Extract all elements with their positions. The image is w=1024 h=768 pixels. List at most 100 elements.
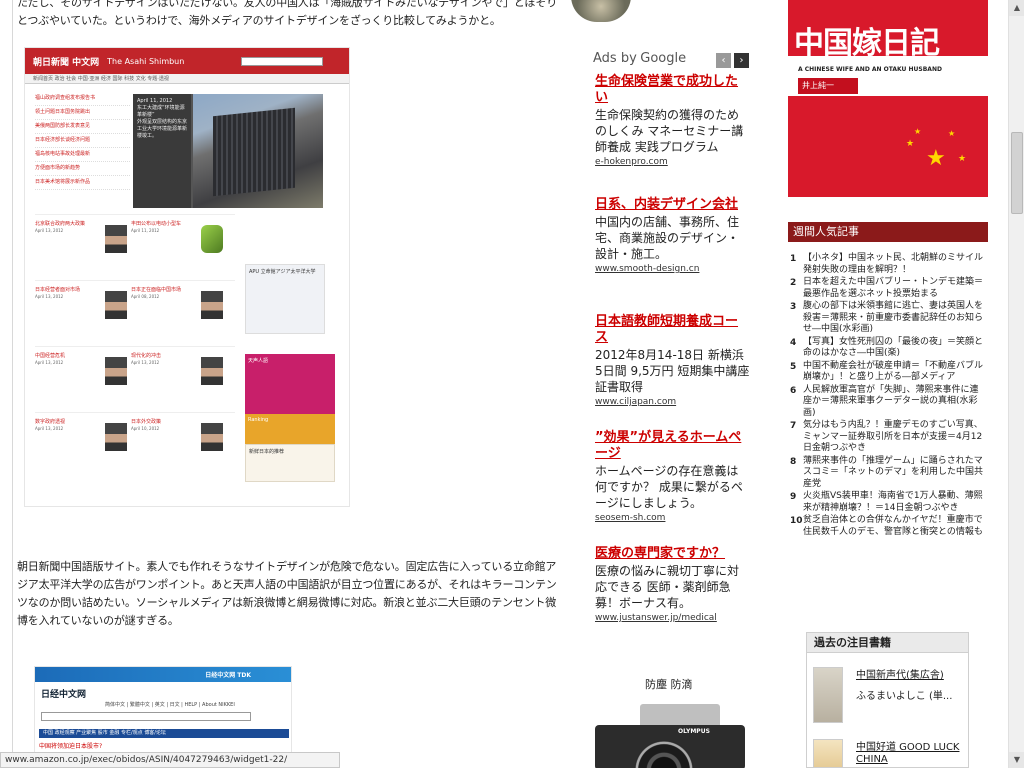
- ranking-label: Ranking: [248, 417, 269, 423]
- asahi-hero-title: 东工大建成“环境能源革新楼”: [137, 105, 185, 118]
- asahi-nav: 新闻首页 政治 社会 中国·亚洲 经济 国际 科技 文化 专题·透视: [25, 74, 349, 84]
- nikkei-category-bar: 中国 政经观察 产业聚焦 股市 金融 专栏/观点 博客/论坛: [39, 729, 289, 738]
- ranking-item: 2 日本を超えた中国バブリー・トンデモ建築＝最悪作品を選ぶネット投票始まる: [790, 277, 986, 300]
- portrait-photo: [105, 291, 127, 319]
- browser-status-bar: www.amazon.co.jp/exec/obidos/ASIN/404727…: [0, 752, 340, 768]
- asahi-news-cell: 丰田公布以电动小型车 April 11, 2012: [131, 215, 225, 273]
- ranking-item: 9 火炎瓶VS装甲車！海南省で1万人暴動、薄熙来が精神崩壊？！＝14日金朝つぶやき: [790, 491, 986, 514]
- nikkei-headline: 中国将领加迫日本股市?: [39, 743, 103, 750]
- asahi-hero-date: April 11, 2012: [137, 98, 173, 104]
- scrollbar-thumb[interactable]: [1011, 132, 1023, 214]
- asahi-list-item: 领土问题日本国务院跳出: [35, 106, 130, 120]
- ranking-link[interactable]: 気分はもう内乱？！重慶デモのすごい写真、ミャンマー証券取引所を日本が支援＝4月1…: [803, 420, 986, 455]
- ad-title-link[interactable]: 日本語教師短期養成コース: [595, 314, 750, 346]
- ranking-link[interactable]: 薄熙来事件の「推理ゲーム」に踊らされたマスコミ＝「ネットのデマ」を利用した中国共…: [803, 456, 986, 491]
- portrait-photo: [105, 357, 127, 385]
- asahi-description-paragraph: 朝日新聞中国語版サイト。素人でも作れそうなサイトデザインが危険で危ない。固定広告…: [17, 560, 557, 627]
- book-title-link[interactable]: 中国好道 GOOD LUCK CHINA: [856, 742, 961, 766]
- asahi-list-item: 福山政府调查组发布报告书: [35, 92, 130, 106]
- ad-title-link[interactable]: 日系、内装デザイン会社: [595, 197, 750, 213]
- ads-prev-button[interactable]: ‹: [716, 53, 731, 68]
- rank-number: 7: [790, 421, 797, 431]
- book-subtitle: A CHINESE WIFE AND AN OTAKU HUSBAND: [798, 66, 942, 73]
- asahi-hero-text: April 11, 2012 东工大建成“环境能源革新楼” 外观呈双层结构的东京…: [133, 94, 191, 208]
- asahi-news-row: 北京联合政府两大政策 April 13, 2012 丰田公布以电动小型车 Apr…: [35, 214, 235, 276]
- camera-brand: OLYMPUS: [678, 728, 710, 735]
- olympus-camera-ad-image[interactable]: OLYMPUS: [590, 700, 750, 768]
- star-icon: ★: [948, 129, 956, 138]
- nikkei-logo: 日经中文网: [41, 690, 87, 700]
- ranking-link[interactable]: 中国不動産会社が破産申請＝「不動産バブル崩壊か」！と盛り上がる―部メディア: [803, 361, 986, 384]
- ranking-link[interactable]: 贫乏自治体との合併なんかイヤだ！重慶市で住民数千人のデモ、警官隊と衝突との情報も: [803, 515, 986, 538]
- ranking-item: 10 贫乏自治体との合併なんかイヤだ！重慶市で住民数千人のデモ、警官隊と衝突との情…: [790, 515, 986, 538]
- ad-body-text: 中国内の店舗、事務所、住宅、商業施設のデザイン・設計・施工。: [595, 215, 740, 261]
- car-photo: [201, 225, 223, 253]
- weekly-popular-header: 週間人気記事: [788, 222, 988, 242]
- ranking-link[interactable]: 腹心の部下は米領事館に逃亡、妻は英国人を殺害＝薄熙来・前重慶市委書記辞任のお知ら…: [803, 301, 986, 336]
- apu-ad-label: APU 立命館アジア太平洋大学: [249, 269, 316, 275]
- ad-title-link[interactable]: 医療の専門家ですか？: [595, 546, 750, 562]
- asahi-list-item: 方便面市场的新趋势: [35, 162, 130, 176]
- ad-unit: 日系、内装デザイン会社 中国内の店舗、事務所、住宅、商業施設のデザイン・設計・施…: [595, 197, 750, 274]
- ads-next-button[interactable]: ›: [734, 53, 749, 68]
- ad-title-link[interactable]: ”効果”が見えるホームページ: [595, 430, 750, 462]
- asahi-hero: April 11, 2012 东工大建成“环境能源革新楼” 外观呈双层结构的东京…: [133, 94, 323, 208]
- book-author-text: ふるまいよしこ (単...: [856, 691, 953, 702]
- asahi-header: 朝日新聞 中文网 The Asahi Shimbun: [25, 48, 349, 74]
- scroll-up-arrow-icon[interactable]: ▲: [1009, 0, 1024, 16]
- ranking-link[interactable]: 【小ネタ】中国ネット民、北朝鮮のミサイル発射失敗の理由を解明？！: [803, 253, 986, 276]
- scroll-down-arrow-icon[interactable]: ▼: [1009, 752, 1024, 768]
- asahi-logo-en: The Asahi Shimbun: [107, 56, 185, 66]
- ad-url-link[interactable]: www.smooth-design.cn: [595, 264, 750, 274]
- rank-number: 3: [790, 302, 797, 312]
- asahi-chinese-site-screenshot[interactable]: 朝日新聞 中文网 The Asahi Shimbun 新闻首页 政治 社会 中国…: [24, 47, 350, 507]
- book-cover-ad[interactable]: 中国嫁日記 A CHINESE WIFE AND AN OTAKU HUSBAN…: [788, 0, 988, 197]
- asahi-hero-building-photo: [193, 94, 323, 208]
- rank-number: 1: [790, 254, 797, 264]
- ranking-item: 8 薄熙来事件の「推理ゲーム」に踊らされたマスコミ＝「ネットのデマ」を利用した中国…: [790, 456, 986, 491]
- apu-ad: APU 立命館アジア太平洋大学: [245, 264, 325, 334]
- camera-ad-label: 防塵 防滴: [645, 678, 693, 691]
- ranking-item: 6 人民解放軍高官が「失脚」、薄熙来事件に連座か＝薄熙来軍事クーデター説の真相(水…: [790, 385, 986, 420]
- book-recommend-banner: 新鲜日本的推荐: [245, 444, 335, 482]
- asahi-list-item: 日本经济部长谈经济问题: [35, 134, 130, 148]
- asahi-logo: 朝日新聞 中文网: [33, 57, 100, 68]
- ad-body-text: 2012年8月14-18日 新横浜 5日間 9,5万円 短期集中講座 証書取得: [595, 348, 750, 394]
- ad-url-link[interactable]: seosem-sh.com: [595, 513, 750, 523]
- ad-url-link[interactable]: www.ciljapan.com: [595, 397, 750, 407]
- asahi-list-item: 福岛核电站事故处理最新: [35, 148, 130, 162]
- ranking-item: 4 【写真】女性死刑囚の「最後の夜」＝笑顔と命のはかなさ―中国(楽): [790, 337, 986, 360]
- asahi-news-cell: 中国经营危机 April 13, 2012: [35, 347, 129, 405]
- ranking-banner: Ranking: [245, 414, 335, 444]
- web-page: ただし、そのサイトデザインはいただけない。友人の中国人は「海賊版サイトみたいなデ…: [0, 0, 1008, 768]
- ad-title-link[interactable]: 生命保険営業で成功したい: [595, 74, 750, 106]
- ranking-link[interactable]: 火炎瓶VS装甲車！海南省で1万人暴動、薄熙来が精神崩壊？！＝14日金朝つぶやき: [803, 491, 986, 514]
- asahi-news-row: 日本经营者面对市场 April 13, 2012 日本正在面临中国市场 Apri…: [35, 280, 235, 342]
- ad-body-text: 生命保険契約の獲得のためのしくみ マネーセミナー講師養成 実践プログラム: [595, 108, 744, 154]
- book-thumbnail[interactable]: [813, 739, 843, 767]
- asahi-hero-desc: 外观呈双层结构的东京工业大学环境能源革新楼竣工。: [137, 119, 188, 139]
- ranking-link[interactable]: 人民解放軍高官が「失脚」、薄熙来事件に連座か＝薄熙来軍事クーデター説の真相(水彩…: [803, 385, 986, 420]
- vertical-scrollbar[interactable]: ▲ ▼: [1008, 0, 1024, 768]
- book-thumbnail[interactable]: [813, 667, 843, 723]
- weekly-popular-list: 1 【小ネタ】中国ネット民、北朝鮮のミサイル発射失敗の理由を解明？！ 2 日本を超え…: [790, 253, 986, 539]
- ad-url-link[interactable]: e-hokenpro.com: [595, 157, 750, 167]
- asahi-news-cell: 日本经营者面对市场 April 13, 2012: [35, 281, 129, 339]
- ad-url-link[interactable]: www.justanswer.jp/medical: [595, 613, 750, 623]
- asahi-news-cell: 日本外交政策 April 10, 2012: [131, 413, 225, 471]
- building-shape: [213, 107, 295, 197]
- book-title-link[interactable]: 中国新声代(集広舎): [856, 670, 961, 682]
- ranking-link[interactable]: 【写真】女性死刑囚の「最後の夜」＝笑顔と命のはかなさ―中国(楽): [803, 337, 986, 360]
- asahi-news-row: 中国经营危机 April 13, 2012 现代化的冲击 April 13, 2…: [35, 346, 235, 408]
- ads-by-google-label[interactable]: Ads by Google: [593, 51, 686, 66]
- asahi-news-cell: 现代化的冲击 April 13, 2012: [131, 347, 225, 405]
- asahi-news-list: 福山政府调查组发布报告书 领土问题日本国务院跳出 美俄两国防部长发表意见 日本经…: [35, 92, 130, 190]
- ranking-link[interactable]: 日本を超えた中国バブリー・トンデモ建築＝最悪作品を選ぶネット投票始まる: [803, 277, 986, 300]
- portrait-photo: [105, 225, 127, 253]
- past-books-header: 過去の注目書籍: [807, 633, 968, 653]
- past-featured-books-box: 過去の注目書籍 中国新声代(集広舎) ふるまいよしこ (単... 中国好道 GO…: [806, 632, 969, 768]
- star-icon: ★: [926, 146, 946, 171]
- tensei-label: 天声人語: [248, 358, 269, 364]
- nikkei-banner-text: 日经中文网 TDK: [205, 672, 251, 679]
- portrait-photo: [201, 423, 223, 451]
